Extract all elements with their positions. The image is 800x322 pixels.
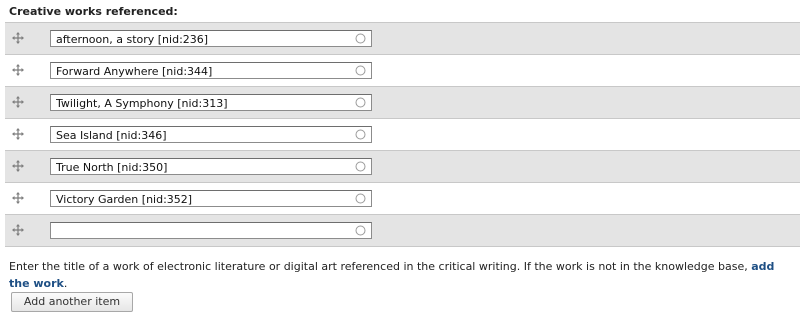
field-widget: Creative works referenced: afternoon, a …	[0, 0, 800, 322]
table-row: Victory Garden [nid:352]	[5, 183, 800, 215]
drag-handle-icon[interactable]	[11, 223, 25, 237]
work-reference-input[interactable]: Twilight, A Symphony [nid:313]	[50, 94, 372, 111]
description-end: .	[63, 277, 68, 290]
input-value: afternoon, a story [nid:236]	[56, 33, 209, 46]
table-row	[5, 215, 800, 247]
field-label: Creative works referenced:	[9, 5, 178, 18]
autocomplete-throbber-icon	[355, 225, 366, 236]
input-value: True North [nid:350]	[56, 161, 168, 174]
drag-handle-icon[interactable]	[11, 63, 25, 77]
description-text: Enter the title of a work of electronic …	[9, 260, 752, 273]
input-value: Sea Island [nid:346]	[56, 129, 167, 142]
drag-handle-icon[interactable]	[11, 95, 25, 109]
input-value: Twilight, A Symphony [nid:313]	[56, 97, 228, 110]
autocomplete-throbber-icon	[355, 97, 366, 108]
drag-handle-icon[interactable]	[11, 191, 25, 205]
table-row: True North [nid:350]	[5, 151, 800, 183]
work-reference-input[interactable]: Sea Island [nid:346]	[50, 126, 372, 143]
table-row: afternoon, a story [nid:236]	[5, 23, 800, 55]
field-description: Enter the title of a work of electronic …	[9, 258, 789, 292]
table-row: Sea Island [nid:346]	[5, 119, 800, 151]
drag-handle-icon[interactable]	[11, 159, 25, 173]
drag-handle-icon[interactable]	[11, 127, 25, 141]
autocomplete-throbber-icon	[355, 161, 366, 172]
table-row: Twilight, A Symphony [nid:313]	[5, 87, 800, 119]
autocomplete-throbber-icon	[355, 65, 366, 76]
autocomplete-throbber-icon	[355, 193, 366, 204]
add-another-item-button[interactable]: Add another item	[11, 292, 133, 312]
work-reference-input[interactable]: afternoon, a story [nid:236]	[50, 30, 372, 47]
multivalue-table: afternoon, a story [nid:236] Forward Any…	[5, 22, 800, 247]
work-reference-input[interactable]: True North [nid:350]	[50, 158, 372, 175]
table-row: Forward Anywhere [nid:344]	[5, 55, 800, 87]
drag-handle-icon[interactable]	[11, 31, 25, 45]
work-reference-input-empty[interactable]	[50, 222, 372, 239]
input-value: Forward Anywhere [nid:344]	[56, 65, 213, 78]
work-reference-input[interactable]: Forward Anywhere [nid:344]	[50, 62, 372, 79]
autocomplete-throbber-icon	[355, 129, 366, 140]
input-value: Victory Garden [nid:352]	[56, 193, 193, 206]
autocomplete-throbber-icon	[355, 33, 366, 44]
work-reference-input[interactable]: Victory Garden [nid:352]	[50, 190, 372, 207]
